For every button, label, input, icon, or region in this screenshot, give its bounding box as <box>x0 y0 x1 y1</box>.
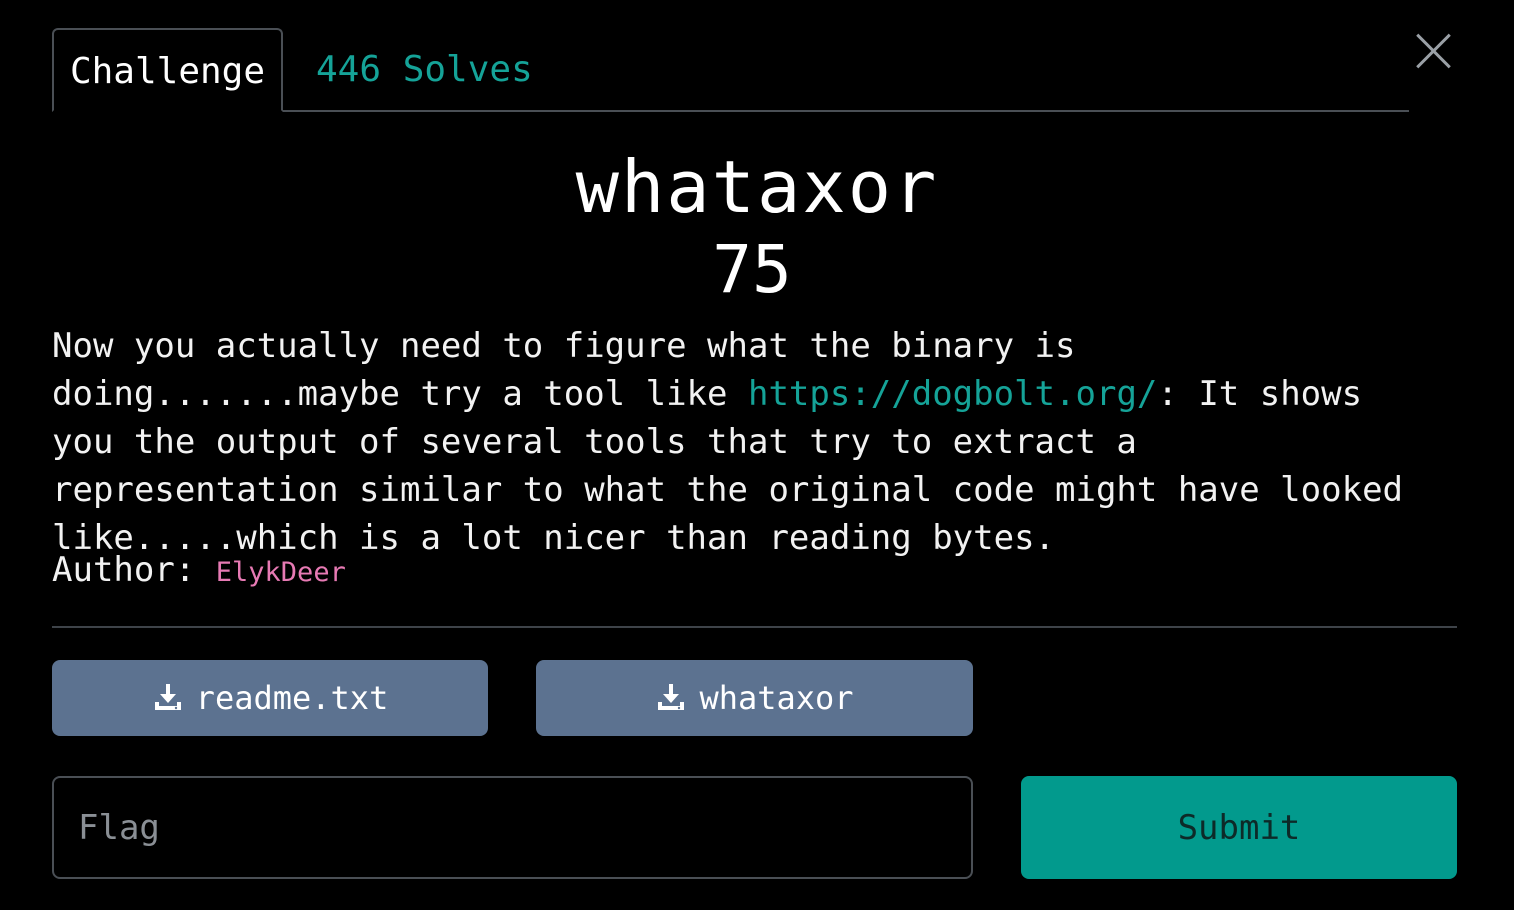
download-icon <box>154 684 181 710</box>
divider <box>52 626 1457 628</box>
author-name: ElykDeer <box>215 557 346 588</box>
dogbolt-link[interactable]: https://dogbolt.org/ <box>748 374 1157 414</box>
file-label: readme.txt <box>195 679 389 717</box>
close-icon[interactable] <box>1412 30 1454 72</box>
challenge-points: 75 <box>712 231 792 308</box>
submit-button[interactable]: Submit <box>1021 776 1457 879</box>
download-readme-button[interactable]: readme.txt <box>52 660 488 736</box>
download-whataxor-button[interactable]: whataxor <box>536 660 973 736</box>
challenge-modal: Challenge 446 Solves whataxor 75 Now you… <box>0 0 1514 910</box>
challenge-name: whataxor <box>575 145 939 229</box>
tab-bar: Challenge 446 Solves <box>52 28 1409 112</box>
challenge-description: Now you actually need to figure what the… <box>52 322 1432 562</box>
author-label: Author: <box>52 550 196 590</box>
flag-input[interactable] <box>52 776 973 879</box>
author-line: Author: ElykDeer <box>52 546 346 597</box>
file-label: whataxor <box>699 679 854 717</box>
tab-challenge[interactable]: Challenge <box>52 28 283 112</box>
download-icon <box>658 684 685 710</box>
tab-solves[interactable]: 446 Solves <box>284 28 565 110</box>
